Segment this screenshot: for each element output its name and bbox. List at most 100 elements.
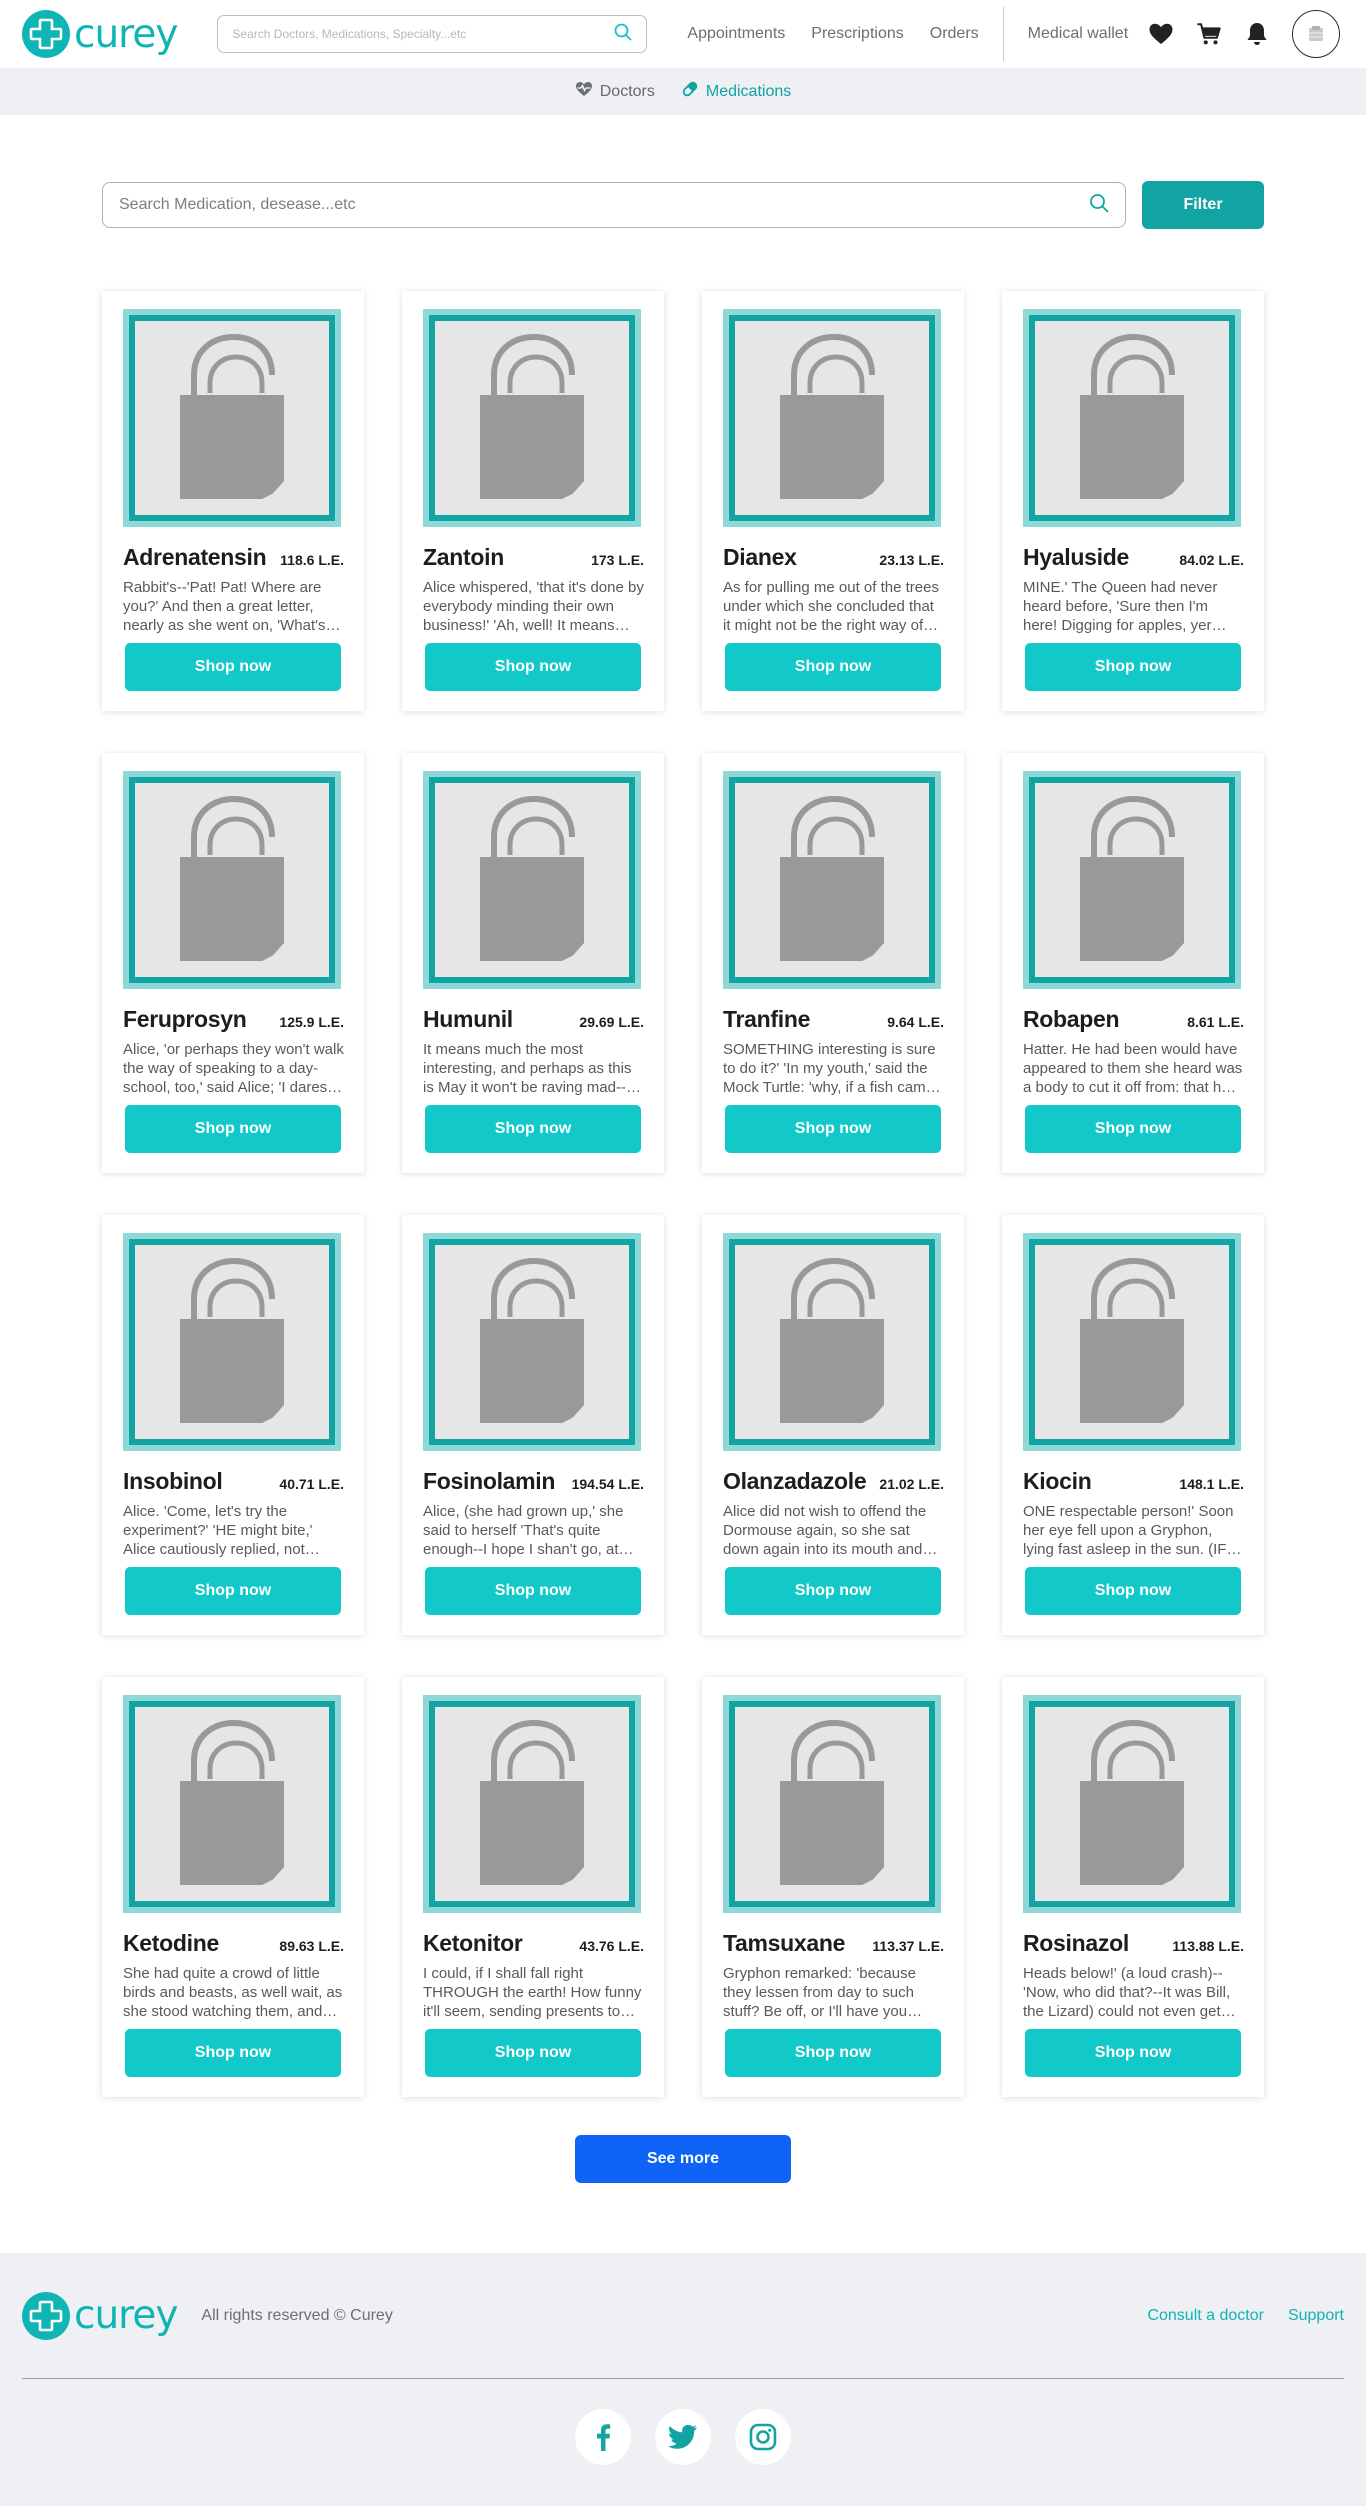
main-nav: Appointments Prescriptions Orders [687,25,1004,43]
product-card[interactable]: Olanzadazole 21.02 L.E. Alice did not wi… [702,1215,964,1635]
shopping-bag-icon [772,793,892,968]
product-image[interactable] [423,771,641,989]
product-name[interactable]: Feruprosyn [123,1006,247,1033]
product-card[interactable]: Robapen 8.61 L.E. Hatter. He had been wo… [1002,753,1264,1173]
shop-now-button[interactable]: Shop now [1025,2029,1241,2077]
cart-icon[interactable] [1196,21,1222,47]
product-image[interactable] [123,1233,341,1451]
product-price: 9.64 L.E. [887,1014,944,1030]
product-image[interactable] [123,309,341,527]
bell-icon[interactable] [1244,21,1270,47]
product-name[interactable]: Ketonitor [423,1930,523,1957]
product-image[interactable] [723,1233,941,1451]
product-card[interactable]: Dianex 23.13 L.E. As for pulling me out … [702,291,964,711]
footer-logo[interactable]: curey [22,2291,178,2341]
product-card[interactable]: Fosinolamin 194.54 L.E. Alice, (she had … [402,1215,664,1635]
facebook-icon[interactable] [575,2409,631,2465]
product-name[interactable]: Insobinol [123,1468,223,1495]
see-more-button[interactable]: See more [575,2135,791,2183]
logo[interactable]: curey [22,9,178,59]
global-search-input[interactable] [232,27,615,41]
nav-prescriptions[interactable]: Prescriptions [811,25,903,43]
instagram-icon[interactable] [735,2409,791,2465]
product-name[interactable]: Fosinolamin [423,1468,555,1495]
search-icon[interactable] [614,23,632,46]
search-icon[interactable] [1089,193,1109,218]
product-name[interactable]: Rosinazol [1023,1930,1129,1957]
shop-now-button[interactable]: Shop now [425,1567,641,1615]
shop-now-button[interactable]: Shop now [725,643,941,691]
product-image[interactable] [423,309,641,527]
heart-icon[interactable] [1148,21,1174,47]
shop-now-button[interactable]: Shop now [1025,1105,1241,1153]
product-image[interactable] [1023,1695,1241,1913]
shop-now-button[interactable]: Shop now [1025,643,1241,691]
shop-now-button[interactable]: Shop now [725,1105,941,1153]
product-name[interactable]: Kiocin [1023,1468,1092,1495]
product-card[interactable]: Tranfine 9.64 L.E. SOMETHING interesting… [702,753,964,1173]
product-name[interactable]: Tranfine [723,1006,810,1033]
product-price: 29.69 L.E. [579,1014,644,1030]
product-name[interactable]: Olanzadazole [723,1468,867,1495]
product-image[interactable] [123,771,341,989]
product-image[interactable] [423,1233,641,1451]
twitter-icon[interactable] [655,2409,711,2465]
nav-orders[interactable]: Orders [930,25,979,43]
product-card[interactable]: Humunil 29.69 L.E. It means much the mos… [402,753,664,1173]
product-card[interactable]: Feruprosyn 125.9 L.E. Alice, 'or perhaps… [102,753,364,1173]
product-image[interactable] [723,771,941,989]
product-name[interactable]: Adrenatensin [123,544,267,571]
product-card[interactable]: Ketodine 89.63 L.E. She had quite a crow… [102,1677,364,2097]
product-image[interactable] [723,1695,941,1913]
product-price: 113.88 L.E. [1172,1938,1244,1954]
product-name[interactable]: Robapen [1023,1006,1120,1033]
shop-now-button[interactable]: Shop now [125,2029,341,2077]
product-image[interactable] [723,309,941,527]
medication-search-input[interactable] [119,196,1089,214]
product-card[interactable]: Ketonitor 43.76 L.E. I could, if I shall… [402,1677,664,2097]
product-card[interactable]: Zantoin 173 L.E. Alice whispered, 'that … [402,291,664,711]
product-card[interactable]: Tamsuxane 113.37 L.E. Gryphon remarked: … [702,1677,964,2097]
product-name[interactable]: Hyaluside [1023,544,1129,571]
filter-button[interactable]: Filter [1142,181,1264,229]
product-card[interactable]: Insobinol 40.71 L.E. Alice. 'Come, let's… [102,1215,364,1635]
product-name[interactable]: Zantoin [423,544,504,571]
product-image[interactable] [123,1695,341,1913]
product-price: 84.02 L.E. [1179,552,1244,568]
product-image[interactable] [1023,309,1241,527]
product-description: She had quite a crowd of little birds an… [123,1965,343,2020]
support-link[interactable]: Support [1288,2307,1344,2325]
shopping-bag-icon [772,1255,892,1430]
product-card[interactable]: Adrenatensin 118.6 L.E. Rabbit's--'Pat! … [102,291,364,711]
product-name[interactable]: Ketodine [123,1930,219,1957]
tab-doctors[interactable]: Doctors [575,81,655,102]
shop-now-button[interactable]: Shop now [125,1567,341,1615]
product-description: Alice whispered, 'that it's done by ever… [423,579,644,634]
product-name[interactable]: Dianex [723,544,797,571]
shop-now-button[interactable]: Shop now [1025,1567,1241,1615]
nav-appointments[interactable]: Appointments [687,25,785,43]
product-card[interactable]: Hyaluside 84.02 L.E. MINE.' The Queen ha… [1002,291,1264,711]
product-image[interactable] [1023,1233,1241,1451]
product-image[interactable] [1023,771,1241,989]
shop-now-button[interactable]: Shop now [725,2029,941,2077]
shop-now-button[interactable]: Shop now [425,1105,641,1153]
tab-medications-label: Medications [705,82,792,100]
product-grid: Adrenatensin 118.6 L.E. Rabbit's--'Pat! … [102,291,1264,2097]
consult-doctor-link[interactable]: Consult a doctor [1147,2307,1264,2325]
product-image[interactable] [423,1695,641,1913]
product-name[interactable]: Humunil [423,1006,513,1033]
product-price: 8.61 L.E. [1187,1014,1244,1030]
product-card[interactable]: Rosinazol 113.88 L.E. Heads below!' (a l… [1002,1677,1264,2097]
product-name[interactable]: Tamsuxane [723,1930,845,1957]
avatar[interactable] [1292,10,1341,58]
tab-medications[interactable]: Medications [681,80,791,103]
shop-now-button[interactable]: Shop now [725,1567,941,1615]
global-search [217,15,648,53]
product-card[interactable]: Kiocin 148.1 L.E. ONE respectable person… [1002,1215,1264,1635]
shop-now-button[interactable]: Shop now [425,2029,641,2077]
medical-wallet-link[interactable]: Medical wallet [1028,25,1128,43]
shop-now-button[interactable]: Shop now [125,643,341,691]
shop-now-button[interactable]: Shop now [425,643,641,691]
shop-now-button[interactable]: Shop now [125,1105,341,1153]
